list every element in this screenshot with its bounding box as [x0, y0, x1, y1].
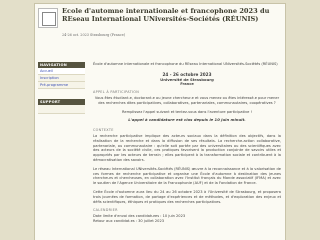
site-title: Ecole d'automne internationale et franco… [62, 7, 270, 23]
contexte-paragraph-1: La recherche participative implique des … [93, 133, 281, 162]
contexte-paragraph-2: Le réseau International UNiversités-Soci… [93, 166, 281, 186]
contexte-paragraph-3: Cette École d'automne aura lieu du 24 au… [93, 189, 281, 204]
event-country: France [180, 82, 194, 87]
appel-text-2: Remplissez l'appel suivant et tentez-vou… [122, 109, 252, 114]
sidebar-item-accueil[interactable]: Accueil [38, 68, 85, 75]
closed-callout: L'appel à candidature est clos depuis le… [128, 117, 246, 123]
site-header: Ecole d'automne internationale et franco… [38, 7, 278, 44]
sidebar-item-inscription[interactable]: Inscription [38, 75, 85, 82]
site-logo[interactable] [38, 8, 58, 28]
calendar-line-2: Retour aux candidat.es : 30 juillet 2023 [93, 218, 165, 223]
sidebar-item-pre-programme[interactable]: Pré-programme [38, 82, 85, 89]
main-content: École d'automne internationale et franco… [93, 62, 281, 240]
section-contexte-title: CONTEXTE [93, 128, 114, 133]
support-box [38, 105, 85, 114]
logo-mark-icon [42, 12, 56, 26]
intro-text: École d'automne internationale et franco… [93, 62, 278, 66]
site-subtitle: 24-26 oct. 2023 Strasbourg (France) [62, 33, 126, 37]
section-appel-title: APPEL À PARTICIPATION [93, 90, 140, 95]
sidebar: NAVIGATION Accueil Inscription Pré-progr… [38, 62, 85, 114]
page-container: Ecole d'automne internationale et franco… [34, 3, 286, 240]
appel-text: Vous êtes étudiant.e, doctorant.e ou jeu… [94, 95, 280, 105]
section-calendrier-title: CALENDRIER [93, 208, 118, 213]
